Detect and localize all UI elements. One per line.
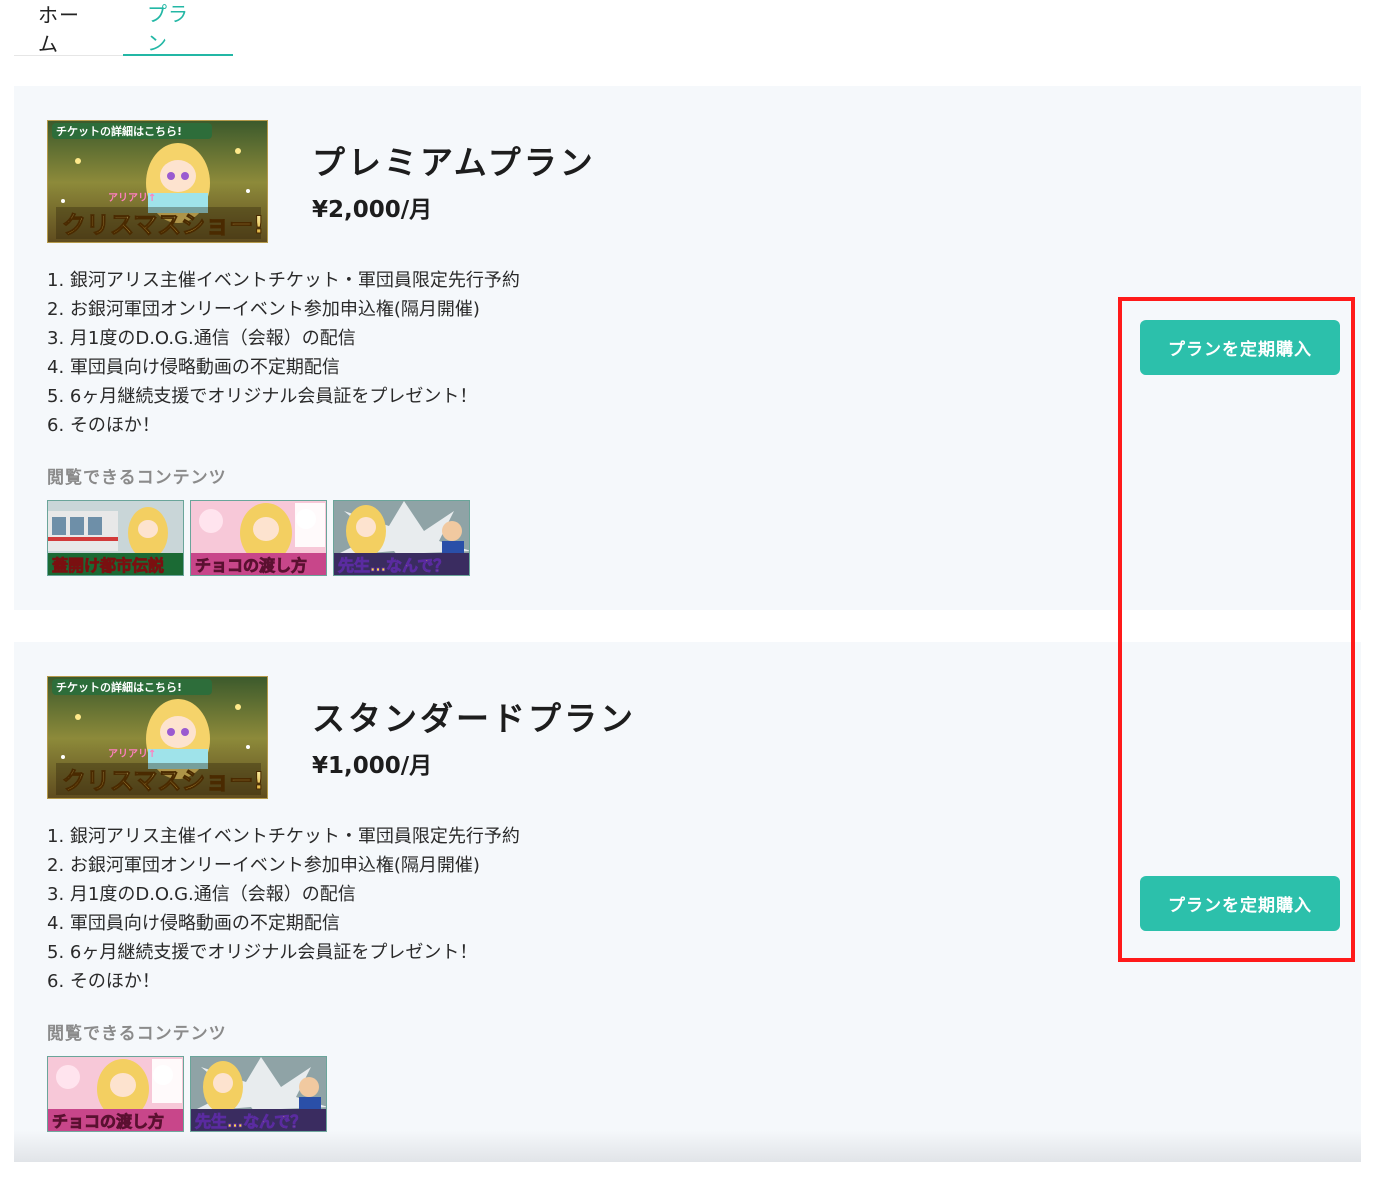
plan-card-premium: チケットの詳細はこちら! アリアリ↑ クリスマスショー! プレミアムプラン ¥2… [14, 86, 1361, 610]
thumbnail-top-text: チケットの詳細はこちら! [56, 680, 182, 694]
plan-thumbnail: チケットの詳細はこちら! アリアリ↑ クリスマスショー! [47, 120, 268, 243]
thumbnail-mid-text: アリアリ↑ [108, 192, 156, 204]
benefit-item: 1. 銀河アリス主催イベントチケット・軍団員限定先行予約 [47, 826, 520, 847]
benefit-item: 4. 軍団員向け侵略動画の不定期配信 [47, 357, 340, 378]
plan-price: ¥1,000/月 [312, 753, 433, 779]
content-thumbnail[interactable]: 先生…なんで？ [190, 1056, 327, 1132]
benefit-item: 3. 月1度のD.O.G.通信（会報）の配信 [47, 884, 356, 905]
tab-home[interactable]: ホーム [14, 0, 123, 56]
thumbnail-top-text: チケットの詳細はこちら! [56, 124, 182, 138]
thumbnail-main-text: クリスマスショー! [62, 211, 264, 239]
plan-title: プレミアムプラン [312, 143, 596, 182]
content-thumbnail[interactable]: 先生…なんで？ [333, 500, 470, 576]
content-thumbnail[interactable]: 蓋開け都市伝説 [47, 500, 184, 576]
plan-price: ¥2,000/月 [312, 197, 433, 223]
plan-thumbnail: チケットの詳細はこちら! アリアリ↑ クリスマスショー! [47, 676, 268, 799]
content-thumbnail[interactable]: チョコの渡し方 [47, 1056, 184, 1132]
viewable-contents-label: 閲覧できるコンテンツ [47, 1024, 227, 1044]
viewable-contents-label: 閲覧できるコンテンツ [47, 468, 227, 488]
benefit-item: 2. お銀河軍団オンリーイベント参加申込権(隔月開催) [47, 299, 480, 320]
benefit-item: 1. 銀河アリス主催イベントチケット・軍団員限定先行予約 [47, 270, 520, 291]
benefit-item: 3. 月1度のD.O.G.通信（会報）の配信 [47, 328, 356, 349]
content-title: 蓋開け都市伝説 [52, 556, 164, 575]
benefit-item: 6. そのほか！ [47, 415, 160, 436]
thumbnail-mid-text: アリアリ↑ [108, 748, 156, 760]
benefit-item: 5. 6ヶ月継続支援でオリジナル会員証をプレゼント！ [47, 942, 478, 963]
subscribe-button-standard[interactable]: プランを定期購入 [1140, 876, 1340, 931]
content-title: チョコの渡し方 [52, 1112, 164, 1131]
content-title: 先生…なんで？ [195, 1112, 306, 1131]
plan-card-standard: チケットの詳細はこちら! アリアリ↑ クリスマスショー! スタンダードプラン ¥… [14, 642, 1361, 1162]
plan-title: スタンダードプラン [312, 699, 636, 738]
benefits-list: 1. 銀河アリス主催イベントチケット・軍団員限定先行予約 2. お銀河軍団オンリ… [47, 266, 520, 440]
tab-plan[interactable]: プラン [123, 0, 233, 56]
bottom-shadow [14, 1130, 1361, 1162]
content-thumbnail[interactable]: チョコの渡し方 [190, 500, 327, 576]
content-title: 先生…なんで？ [338, 556, 449, 575]
benefit-item: 6. そのほか！ [47, 971, 160, 992]
viewable-contents: チョコの渡し方 先生…なんで？ [47, 1056, 327, 1132]
benefits-list: 1. 銀河アリス主催イベントチケット・軍団員限定先行予約 2. お銀河軍団オンリ… [47, 822, 520, 996]
benefit-item: 2. お銀河軍団オンリーイベント参加申込権(隔月開催) [47, 855, 480, 876]
content-title: チョコの渡し方 [195, 556, 307, 575]
benefit-item: 5. 6ヶ月継続支援でオリジナル会員証をプレゼント！ [47, 386, 478, 407]
subscribe-button-premium[interactable]: プランを定期購入 [1140, 320, 1340, 375]
thumbnail-main-text: クリスマスショー! [62, 767, 264, 795]
benefit-item: 4. 軍団員向け侵略動画の不定期配信 [47, 913, 340, 934]
tab-bar: ホーム プラン [14, 0, 233, 56]
viewable-contents: 蓋開け都市伝説 チョコの渡し方 先生…なんで？ [47, 500, 470, 576]
